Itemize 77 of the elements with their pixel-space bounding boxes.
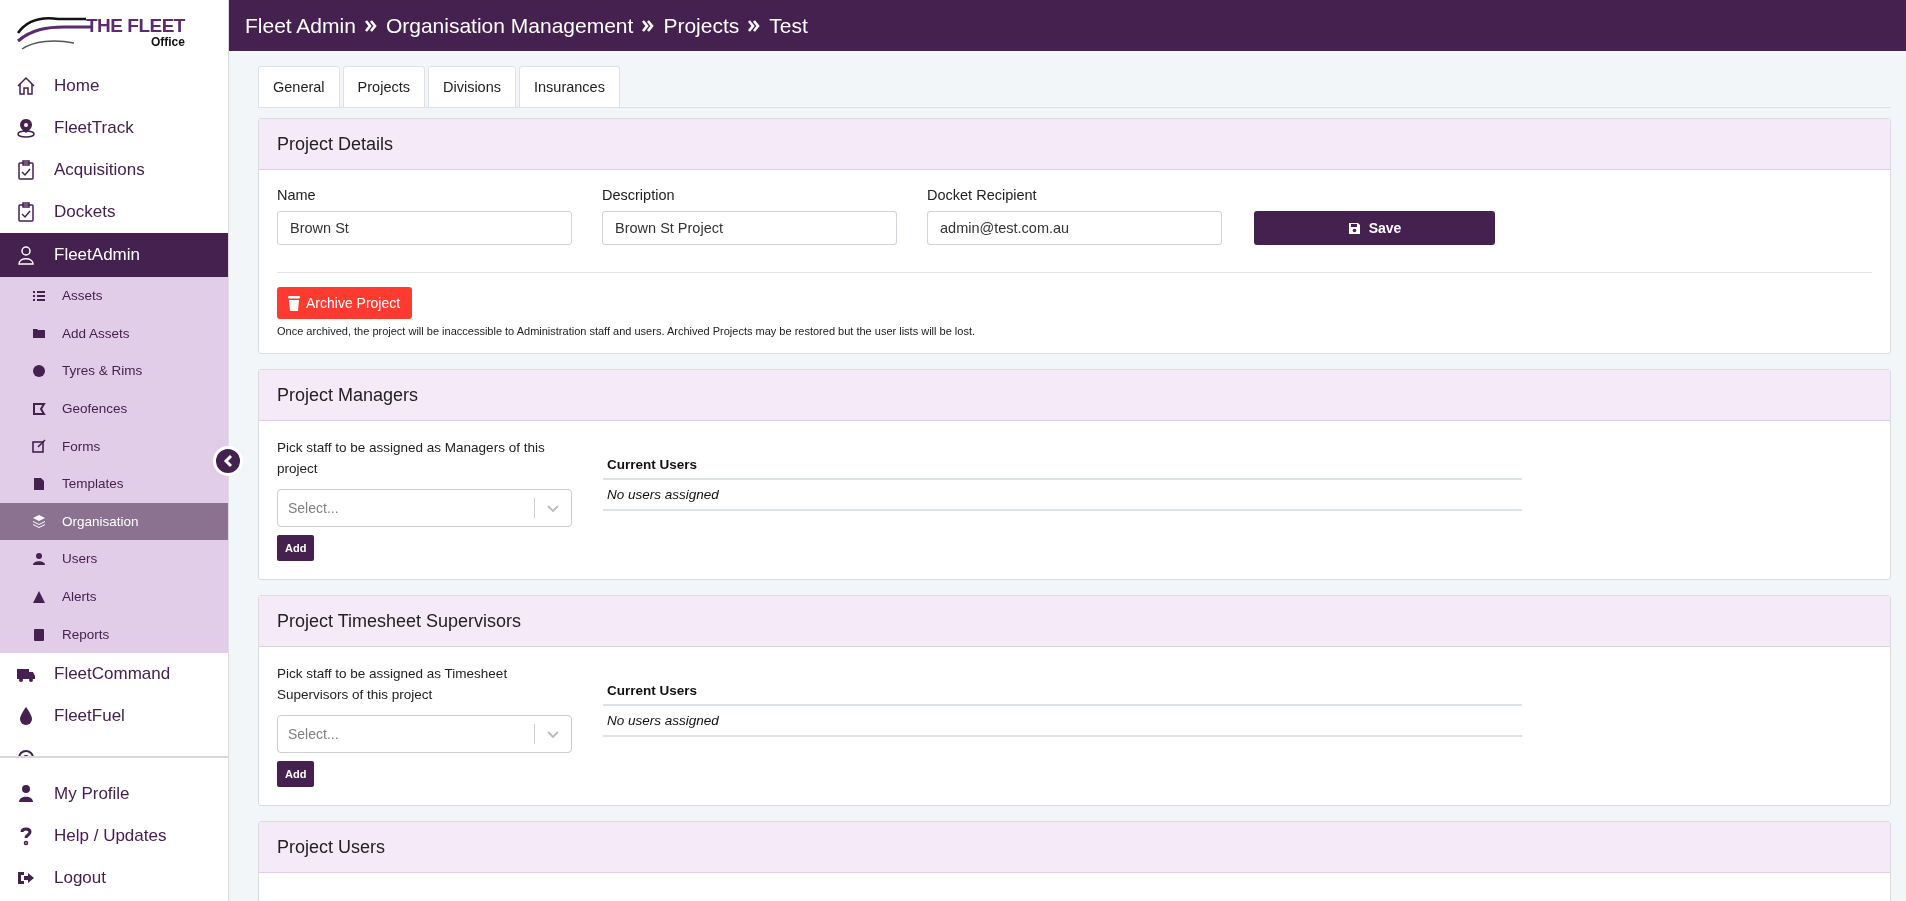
- nav-subitem[interactable]: Alerts: [0, 577, 210, 616]
- double-chevron-icon: [363, 18, 378, 33]
- table-cell: No users assigned: [603, 706, 1522, 737]
- nav-subitem[interactable]: Organisation: [0, 502, 228, 541]
- nav-item[interactable]: My Profile: [0, 773, 228, 815]
- nav-item[interactable]: FleetFuel: [0, 694, 228, 737]
- field-label: Docket Recipient: [927, 187, 1038, 203]
- nav-item[interactable]: Home: [0, 65, 228, 107]
- nav-item[interactable]: FleetAdmin: [0, 233, 228, 277]
- input-field[interactable]: admin@test.com.au: [927, 211, 1222, 245]
- section-title: Project Details: [277, 133, 394, 155]
- edit-icon: [32, 439, 46, 454]
- breadcrumb-item: Fleet Admin: [245, 13, 356, 38]
- logo-subtitle: Office: [150, 36, 185, 49]
- nav-subitem[interactable]: Users: [0, 540, 210, 578]
- add-button[interactable]: Add: [277, 761, 315, 787]
- tab[interactable]: Insurances: [519, 66, 620, 107]
- double-chevron-icon: [747, 18, 762, 33]
- breadcrumb-item: Projects: [663, 13, 740, 38]
- nav-subitem[interactable]: Templates: [0, 464, 210, 503]
- breadcrumb-item: Test: [769, 13, 808, 38]
- staff-select[interactable]: Select...: [277, 489, 572, 527]
- location-pin-icon: [16, 118, 36, 138]
- add-button[interactable]: Add: [277, 535, 315, 561]
- collapse-button[interactable]: [213, 446, 243, 476]
- chevron-left-icon: [222, 454, 234, 468]
- table-header: Current Users: [603, 457, 1522, 480]
- user-icon: [16, 784, 36, 804]
- nav-item[interactable]: Logout: [0, 857, 228, 899]
- user-icon: [32, 551, 46, 566]
- section-title: Project Managers: [277, 384, 419, 406]
- nav-subitem[interactable]: Forms: [0, 427, 210, 465]
- save-button[interactable]: Save: [1254, 211, 1495, 245]
- warning-icon: [32, 589, 46, 604]
- chevron-down-icon: [546, 504, 560, 513]
- assign-prompt: Pick staff to be assigned as Timesheet Supervisors of this project: [277, 665, 509, 704]
- assign-prompt: Pick staff to be assigned as Managers of this project: [277, 439, 546, 478]
- table-cell: No users assigned: [603, 480, 1522, 511]
- tab[interactable]: Projects: [342, 66, 425, 107]
- home-icon: [16, 76, 36, 96]
- section-title: Project Timesheet Supervisors: [277, 610, 522, 632]
- table-header: Current Users: [603, 683, 1522, 706]
- nav-subitem[interactable]: Tyres & Rims: [0, 352, 210, 390]
- section-title: Project Users: [277, 836, 386, 858]
- chevron-down-icon: [546, 730, 560, 739]
- staff-select[interactable]: Select...: [277, 715, 572, 753]
- archive-button[interactable]: Archive Project: [277, 287, 413, 319]
- archive-note: Once archived, the project will be inaccessible to Administration staff and users. Archived Projects may be restored but the user lists will be lost.: [277, 325, 977, 337]
- layers-icon: [32, 514, 46, 529]
- file-icon: [32, 476, 46, 491]
- input-field[interactable]: Brown St: [277, 211, 572, 245]
- input-field[interactable]: Brown St Project: [602, 211, 897, 245]
- tab[interactable]: General: [258, 66, 340, 107]
- nav-item[interactable]: Help / Updates: [0, 815, 228, 857]
- nav-item[interactable]: FleetTrack: [0, 107, 228, 149]
- breadcrumb-item: Organisation Management: [385, 13, 634, 38]
- nav-item[interactable]: FleetCommand: [0, 652, 228, 695]
- nav-subitem[interactable]: Add Assets: [0, 314, 210, 353]
- user-icon: [16, 245, 36, 265]
- nav-subitem[interactable]: Assets: [0, 277, 210, 315]
- tab[interactable]: Divisions: [428, 66, 516, 107]
- nav-subitem[interactable]: Geofences: [0, 389, 210, 428]
- field-label: Name: [277, 187, 317, 203]
- nav-subitem[interactable]: Reports: [0, 615, 210, 653]
- nav-item[interactable]: Dockets: [0, 191, 228, 233]
- folder-plus-icon: [32, 326, 46, 341]
- shape-icon: [32, 401, 46, 416]
- field-label: Description: [602, 187, 676, 203]
- logo-title: THE FLEET: [86, 16, 185, 36]
- circle-icon: [32, 364, 46, 378]
- trash-icon: [287, 294, 301, 312]
- double-chevron-icon: [641, 18, 656, 33]
- clipboard-icon: [16, 160, 36, 180]
- list-icon: [32, 288, 46, 303]
- nav-item[interactable]: Acquisitions: [0, 149, 228, 191]
- clipboard-check-icon: [16, 202, 36, 222]
- clipboard-icon: [32, 627, 46, 642]
